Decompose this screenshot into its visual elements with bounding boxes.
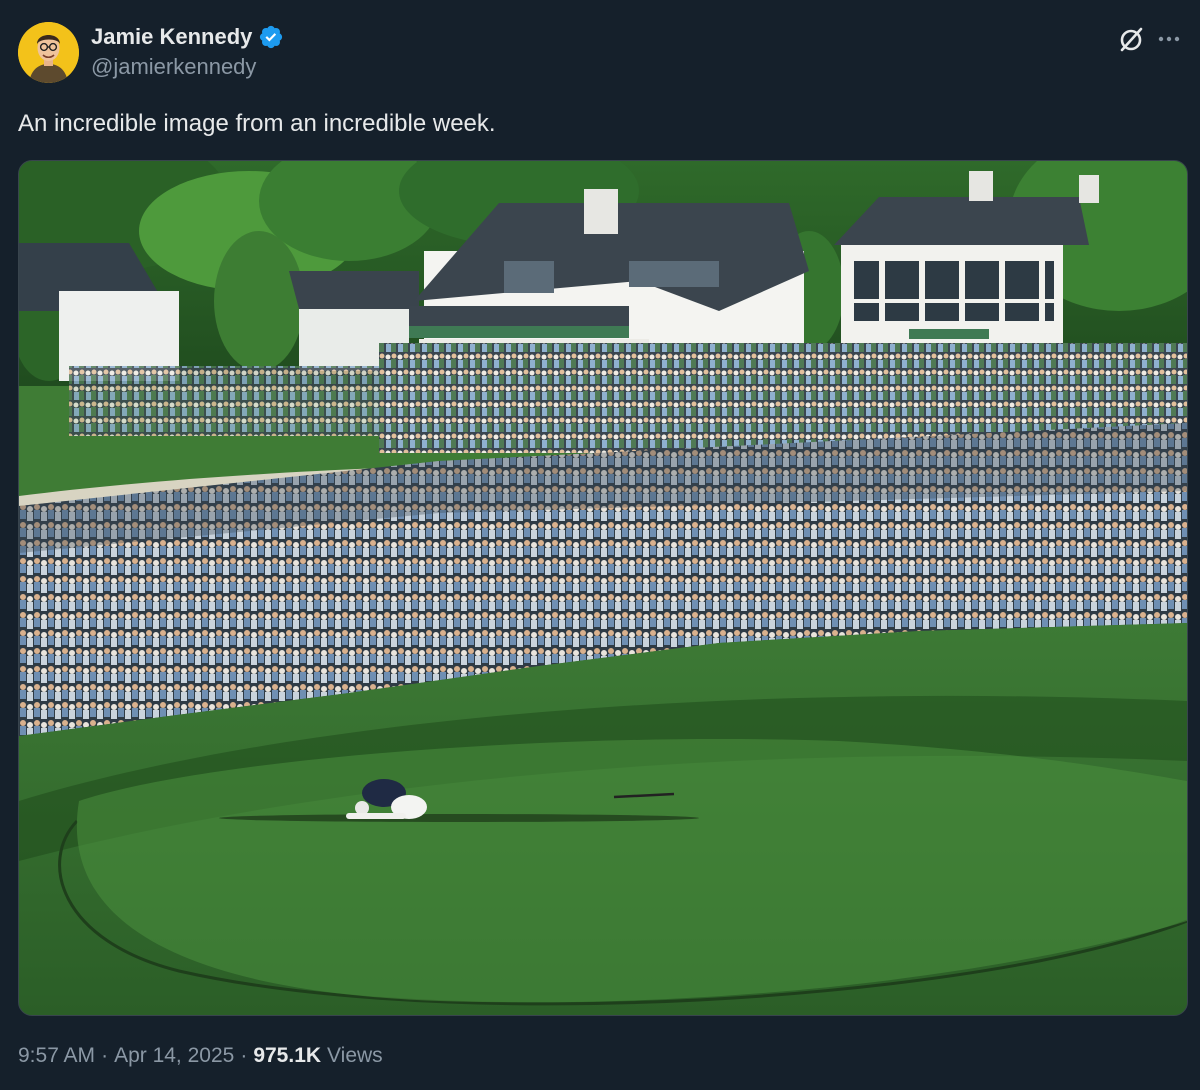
golf-celebration-photo [19,161,1187,1015]
avatar[interactable] [18,22,79,83]
post-text: An incredible image from an incredible w… [18,110,496,137]
display-name-row: Jamie Kennedy [91,24,284,50]
author-names: Jamie Kennedy @jamierkennedy [91,24,284,80]
post-meta: 9:57 AM · Apr 14, 2025 · 975.1K Views [18,1044,383,1068]
grok-icon[interactable] [1116,24,1146,54]
author-handle[interactable]: @jamierkennedy [91,54,284,80]
meta-separator: · [240,1044,248,1067]
post-date[interactable]: Apr 14, 2025 [114,1044,234,1068]
meta-separator: · [101,1044,109,1067]
more-options-icon[interactable] [1156,24,1182,54]
avatar-illustration [18,22,79,83]
post-header: Jamie Kennedy @jamierkennedy [18,22,1182,84]
display-name[interactable]: Jamie Kennedy [91,24,252,50]
verified-badge-icon[interactable] [258,24,284,50]
views-label: Views [327,1044,383,1067]
views-count[interactable]: 975.1K [253,1044,321,1068]
post-time[interactable]: 9:57 AM [18,1044,95,1068]
post-photo[interactable] [18,160,1188,1016]
tweet-post: Jamie Kennedy @jamierkennedy An incredib… [0,0,1200,1090]
